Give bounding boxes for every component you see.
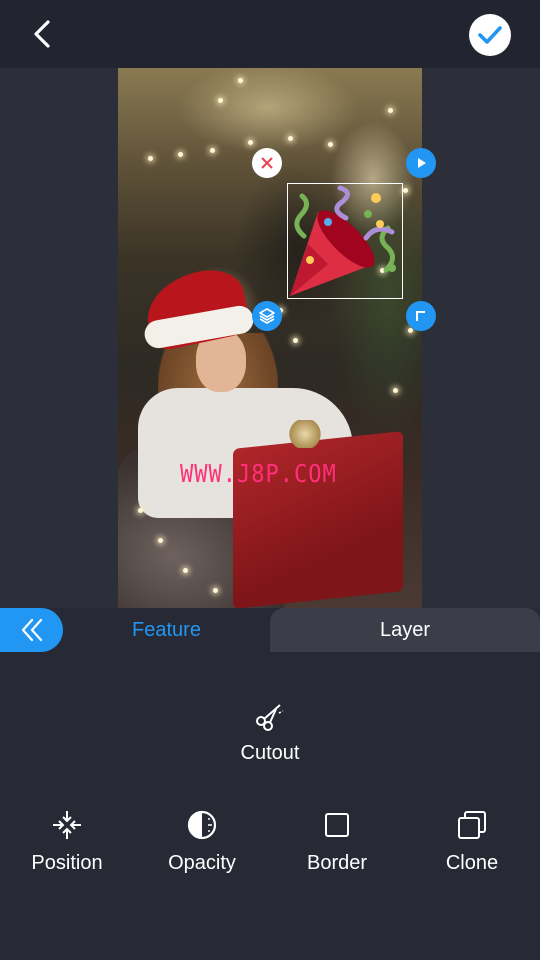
party-popper-sticker xyxy=(290,185,396,296)
panel-tabs: Feature Layer xyxy=(0,608,540,652)
gift-box-shape xyxy=(233,431,403,608)
position-tool-button[interactable]: Position xyxy=(17,808,117,875)
sticker-layer-handle[interactable] xyxy=(252,301,282,331)
cutout-tool-button[interactable]: Cutout xyxy=(218,698,322,765)
watermark-text: WWW.J8P.COM xyxy=(180,460,337,489)
layers-icon xyxy=(259,308,275,324)
opacity-label: Opacity xyxy=(168,852,236,874)
copy-icon xyxy=(458,811,486,839)
sticker-selection-box[interactable] xyxy=(287,183,403,299)
square-icon xyxy=(325,813,349,837)
chevron-left-icon xyxy=(34,20,50,48)
collapse-panel-button[interactable] xyxy=(0,608,63,652)
flip-icon xyxy=(418,158,426,168)
sticker-delete-handle[interactable] xyxy=(252,148,282,178)
tab-layer[interactable]: Layer xyxy=(270,608,540,652)
tab-feature[interactable]: Feature xyxy=(63,608,270,652)
confirm-button[interactable] xyxy=(469,14,511,56)
clone-tool-button[interactable]: Clone xyxy=(422,808,522,875)
scissors-icon xyxy=(256,704,284,731)
half-circle-icon xyxy=(187,810,217,840)
close-icon xyxy=(261,157,273,169)
sticker-rotate-handle[interactable] xyxy=(406,301,436,331)
position-label: Position xyxy=(31,852,103,874)
checkmark-icon xyxy=(478,26,502,44)
rotate-icon xyxy=(416,311,425,321)
back-button[interactable] xyxy=(22,14,62,54)
opacity-tool-button[interactable]: Opacity xyxy=(152,808,252,875)
double-chevron-left-icon xyxy=(21,618,42,642)
border-tool-button[interactable]: Border xyxy=(287,808,387,875)
clone-label: Clone xyxy=(445,852,499,874)
border-label: Border xyxy=(306,852,368,874)
top-bar xyxy=(0,0,540,68)
cutout-label: Cutout xyxy=(240,742,300,764)
gift-bow-shape xyxy=(288,420,322,448)
position-arrows-icon xyxy=(53,811,81,839)
sticker-flip-handle[interactable] xyxy=(406,148,436,178)
